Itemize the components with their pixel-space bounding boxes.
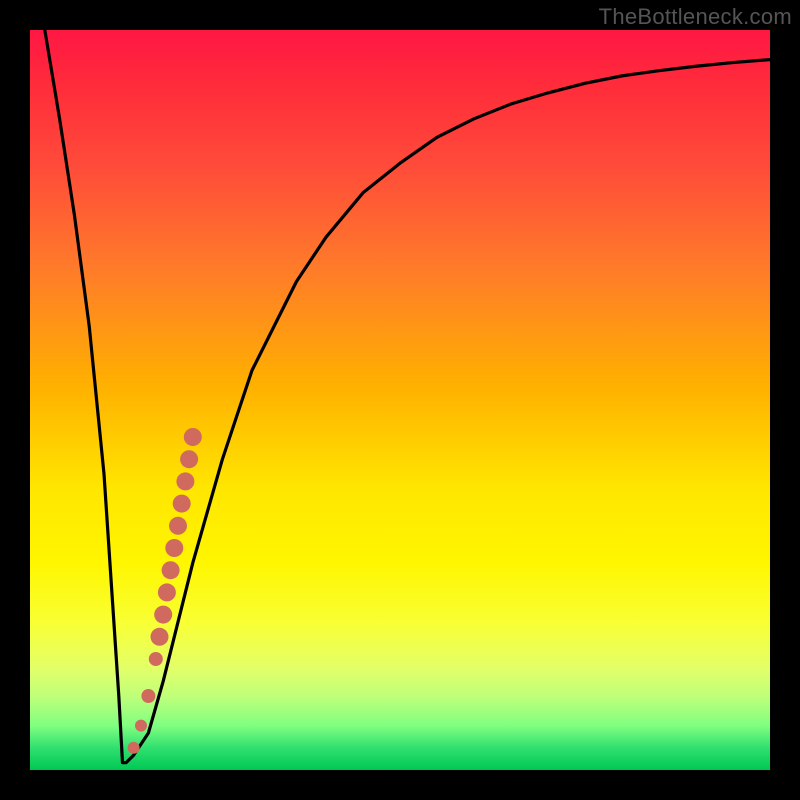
chart-frame: TheBottleneck.com [0,0,800,800]
marker-point [184,428,202,446]
marker-point [176,472,194,490]
marker-point [128,742,140,754]
marker-point [149,652,163,666]
marker-point [151,628,169,646]
marker-point [158,583,176,601]
watermark-text: TheBottleneck.com [599,4,792,30]
bottleneck-chart [30,30,770,770]
marker-point [141,689,155,703]
marker-point [165,539,183,557]
marker-point [169,517,187,535]
marker-group [128,428,202,754]
marker-point [154,606,172,624]
marker-point [180,450,198,468]
marker-point [173,495,191,513]
marker-point [135,720,147,732]
plot-area [30,30,770,770]
marker-point [162,561,180,579]
